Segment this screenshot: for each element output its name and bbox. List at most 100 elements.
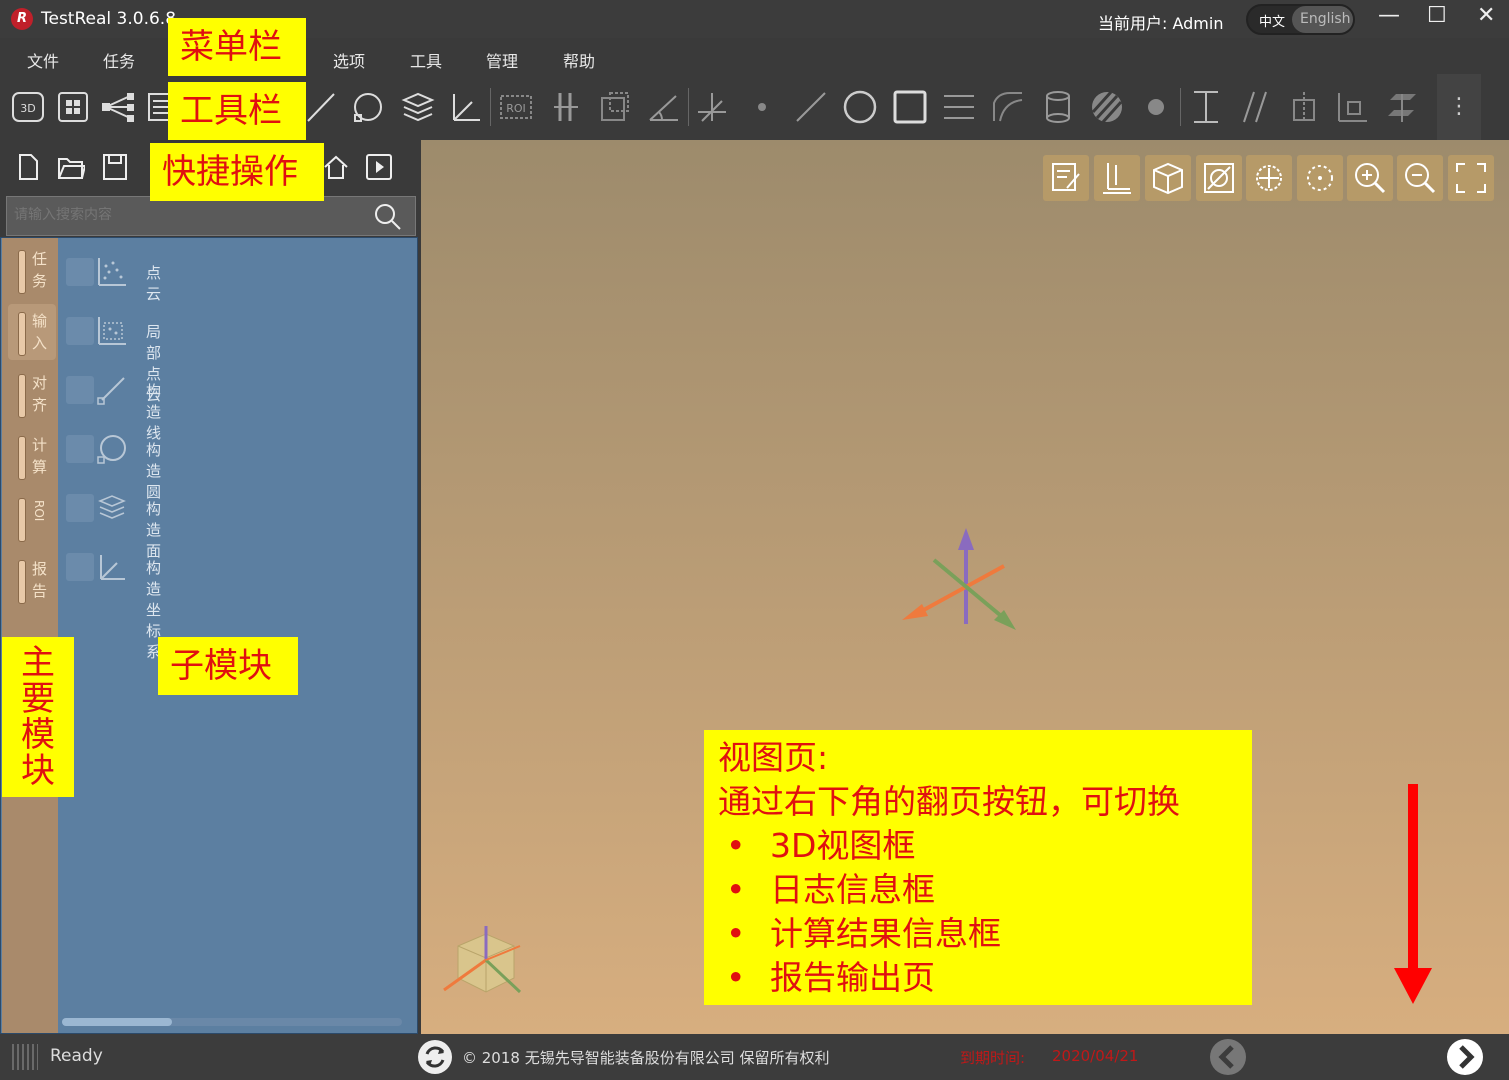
view-note-item-text: 3D视图框 bbox=[770, 826, 916, 865]
slot-icon[interactable] bbox=[941, 88, 977, 126]
section-icon[interactable] bbox=[1334, 88, 1370, 126]
menu-tools[interactable]: 工具 bbox=[410, 48, 442, 72]
toolbar-separator bbox=[688, 88, 689, 126]
parallel-icon[interactable] bbox=[548, 88, 584, 126]
grid-view-icon[interactable] bbox=[55, 88, 91, 126]
construct-coordinate-tool-icon[interactable] bbox=[448, 88, 484, 126]
zoom-in-icon[interactable] bbox=[1347, 155, 1393, 201]
new-file-icon[interactable] bbox=[14, 152, 42, 182]
module-tab-report[interactable]: 报告 bbox=[8, 554, 56, 610]
construct-circle-tool-icon[interactable] bbox=[350, 88, 386, 126]
visibility-eye-icon[interactable] bbox=[66, 553, 94, 581]
cube-view-icon[interactable] bbox=[1145, 155, 1191, 201]
language-english[interactable]: English bbox=[1300, 11, 1351, 27]
language-chinese[interactable]: 中文 bbox=[1259, 11, 1285, 30]
current-user: 当前用户: Admin bbox=[1098, 14, 1224, 33]
module-tab-label: 任务 bbox=[32, 250, 48, 290]
construct-coordinate-icon bbox=[100, 555, 125, 580]
view-note-item: • 日志信息框 bbox=[718, 868, 1238, 912]
construct-line-tool-icon[interactable] bbox=[304, 88, 340, 126]
circle-icon[interactable] bbox=[842, 88, 878, 126]
construct-circle-icon bbox=[97, 435, 126, 464]
zoom-out-icon[interactable] bbox=[1397, 155, 1443, 201]
construct-plane-icon bbox=[98, 495, 126, 519]
close-button[interactable]: ✕ bbox=[1477, 3, 1495, 28]
app-title: TestReal 3.0.6.8 bbox=[41, 9, 177, 29]
view-note-item-text: 日志信息框 bbox=[770, 870, 935, 909]
visibility-eye-icon[interactable] bbox=[66, 317, 94, 345]
angle-icon[interactable] bbox=[646, 88, 682, 126]
annotate-view-icon[interactable] bbox=[1043, 155, 1089, 201]
sub-item-label: 构造面 bbox=[146, 500, 162, 560]
save-icon[interactable] bbox=[101, 152, 129, 182]
open-folder-icon[interactable] bbox=[57, 152, 87, 182]
construct-plane-tool-icon[interactable] bbox=[400, 88, 436, 126]
module-tab-label: ROI bbox=[32, 500, 46, 522]
rectangle-icon[interactable] bbox=[892, 88, 928, 126]
menu-manage[interactable]: 管理 bbox=[486, 48, 518, 72]
maximize-button[interactable]: ☐ bbox=[1427, 3, 1447, 28]
visibility-eye-icon[interactable] bbox=[66, 258, 94, 286]
minimize-button[interactable]: — bbox=[1378, 3, 1400, 28]
run-icon[interactable] bbox=[365, 152, 393, 182]
expiry-date: 2020/04/21 bbox=[1052, 1047, 1139, 1065]
toolbar-more-icon[interactable]: ⋮ bbox=[1437, 74, 1481, 140]
app-logo: R bbox=[11, 8, 33, 30]
height-measure-icon[interactable] bbox=[1188, 88, 1224, 126]
point-icon[interactable] bbox=[744, 88, 780, 126]
parallel-lines-icon[interactable] bbox=[1238, 88, 1274, 126]
scrollbar-thumb[interactable] bbox=[62, 1018, 172, 1026]
grip-icon bbox=[12, 1044, 38, 1070]
annotation-sub-modules: 子模块 bbox=[158, 637, 298, 695]
module-tab-input[interactable]: 输入 bbox=[8, 306, 56, 362]
menu-file[interactable]: 文件 bbox=[27, 48, 59, 72]
rotate-free-icon[interactable] bbox=[1297, 155, 1343, 201]
menu-task[interactable]: 任务 bbox=[103, 48, 135, 72]
module-tab-align[interactable]: 对齐 bbox=[8, 368, 56, 424]
curve-icon[interactable] bbox=[990, 88, 1026, 126]
symmetry-icon[interactable] bbox=[1286, 88, 1322, 126]
svg-text:3D: 3D bbox=[20, 102, 35, 115]
copyright-text: © 2018 无锡先导智能装备股份有限公司 保留所有权利 bbox=[462, 1049, 830, 1067]
annotation-menubar: 菜单栏 bbox=[168, 18, 306, 76]
layer-plane-icon[interactable] bbox=[1384, 88, 1420, 126]
rotate-center-icon[interactable] bbox=[1246, 155, 1292, 201]
distance-box-icon[interactable] bbox=[597, 88, 633, 126]
module-tab-label: 对齐 bbox=[32, 374, 48, 414]
axis-gizmo-icon bbox=[902, 528, 1016, 630]
fit-view-icon[interactable] bbox=[1196, 155, 1242, 201]
view-note-title: 视图页: bbox=[718, 738, 829, 777]
status-ready: Ready bbox=[50, 1046, 103, 1066]
orientation-cube-icon bbox=[443, 926, 522, 994]
home-icon[interactable] bbox=[322, 152, 350, 182]
local-point-cloud-icon bbox=[98, 317, 126, 345]
next-page-icon[interactable] bbox=[1447, 1039, 1483, 1075]
search-input[interactable] bbox=[12, 206, 356, 224]
roi-icon[interactable]: ROI bbox=[498, 88, 534, 126]
line-icon[interactable] bbox=[793, 88, 829, 126]
visibility-eye-icon[interactable] bbox=[66, 376, 94, 404]
annotation-view-page: 视图页: 通过右下角的翻页按钮，可切换 • 3D视图框 • 日志信息框 • 计算结果信… bbox=[704, 730, 1252, 1005]
search-icon[interactable] bbox=[372, 201, 402, 231]
module-tab-calculate[interactable]: 计算 bbox=[8, 430, 56, 486]
visibility-eye-icon[interactable] bbox=[66, 435, 94, 463]
hatch-icon[interactable] bbox=[1089, 88, 1125, 126]
annotation-main-modules-text: 主要模块 bbox=[21, 643, 55, 791]
module-tab-label: 计算 bbox=[32, 436, 48, 476]
prev-page-icon[interactable] bbox=[1210, 1039, 1246, 1075]
module-tab-roi[interactable]: ROI bbox=[8, 492, 56, 548]
toolbar-separator bbox=[490, 88, 491, 126]
sub-item-label: 点云 bbox=[146, 264, 162, 303]
tree-structure-icon[interactable] bbox=[100, 88, 136, 126]
fullscreen-icon[interactable] bbox=[1448, 155, 1494, 201]
cylinder-icon[interactable] bbox=[1040, 88, 1076, 126]
refresh-icon[interactable] bbox=[418, 1040, 452, 1074]
sphere-icon[interactable] bbox=[1138, 88, 1174, 126]
axis-point-icon[interactable] bbox=[694, 88, 730, 126]
module-tab-task[interactable]: 任务 bbox=[8, 244, 56, 300]
menu-options[interactable]: 选项 bbox=[333, 48, 365, 72]
view-3d-icon[interactable]: 3D bbox=[10, 88, 46, 126]
visibility-eye-icon[interactable] bbox=[66, 494, 94, 522]
front-view-icon[interactable] bbox=[1094, 155, 1140, 201]
menu-help[interactable]: 帮助 bbox=[563, 48, 595, 72]
